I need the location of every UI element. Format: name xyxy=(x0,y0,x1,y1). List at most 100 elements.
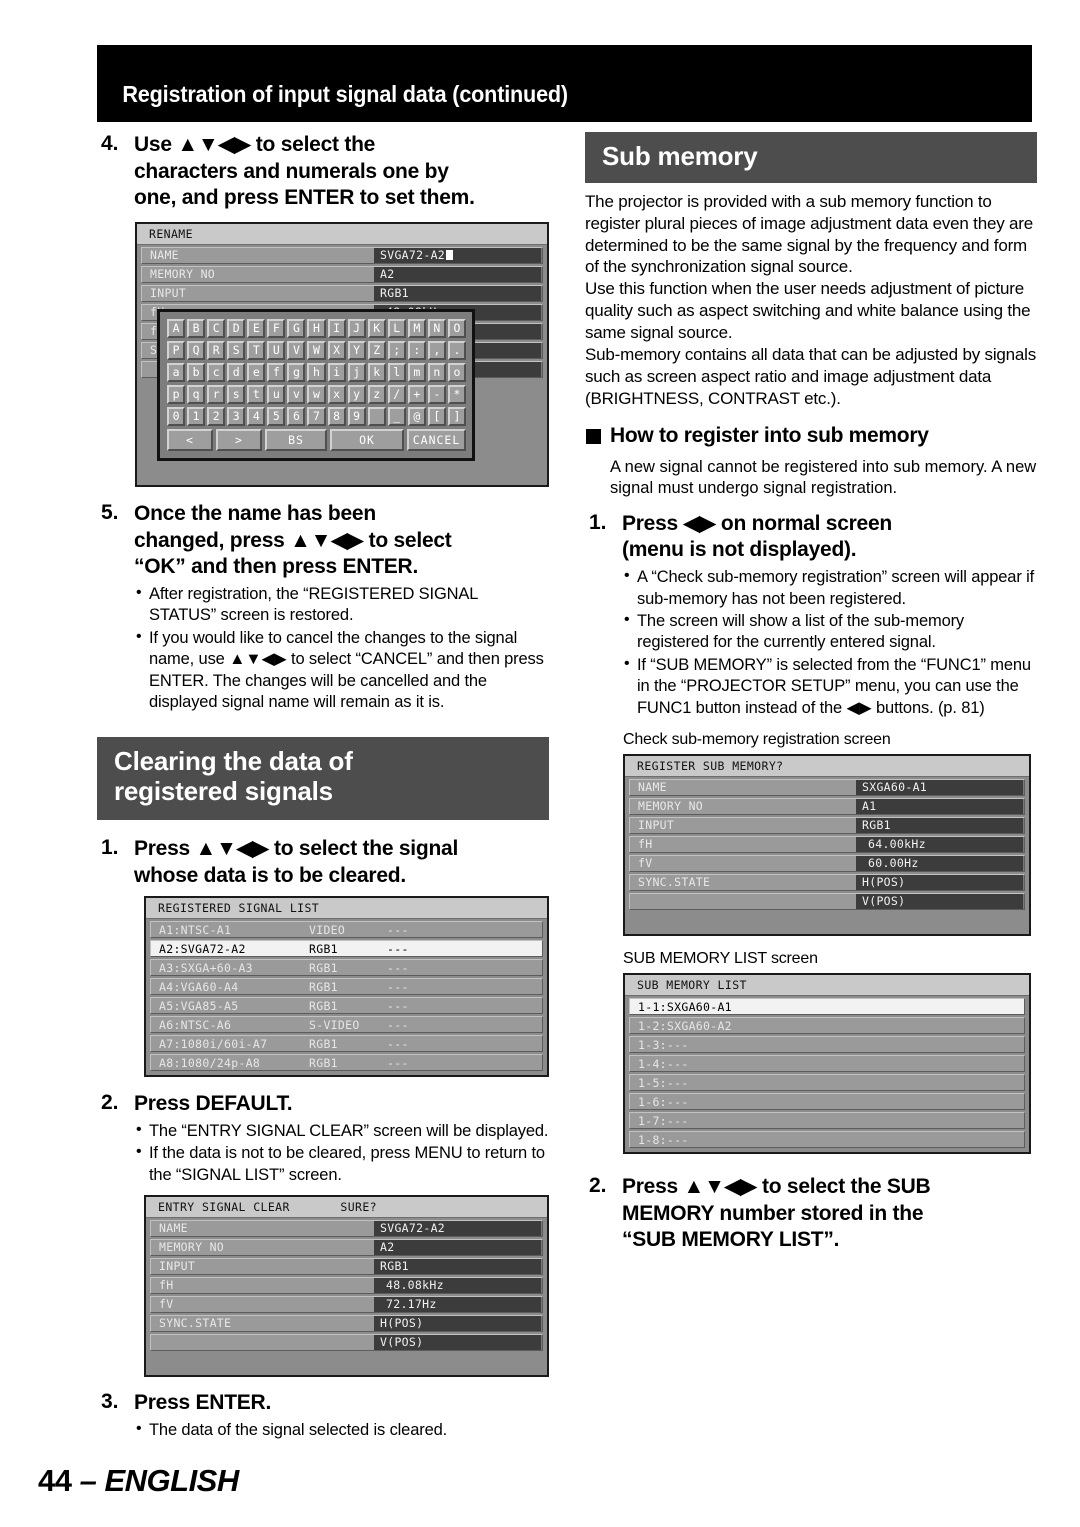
rename-row-input[interactable]: INPUT RGB1 xyxy=(141,284,543,302)
key-y[interactable]: y xyxy=(347,384,366,404)
table-row[interactable]: A7:1080i/60i-A7 RGB1 --- xyxy=(150,1035,543,1053)
key-O[interactable]: O xyxy=(447,318,466,338)
key-g[interactable]: g xyxy=(287,362,306,382)
key-o[interactable]: o xyxy=(447,362,466,382)
key-l[interactable]: l xyxy=(387,362,406,382)
key-w[interactable]: w xyxy=(307,384,326,404)
table-row[interactable]: A1:NTSC-A1 VIDEO --- xyxy=(150,921,543,939)
table-row[interactable]: A8:1080/24p-A8 RGB1 --- xyxy=(150,1054,543,1072)
key-M[interactable]: M xyxy=(407,318,426,338)
key-E[interactable]: E xyxy=(247,318,266,338)
key-a[interactable]: a xyxy=(167,362,186,382)
cancel-button[interactable]: CANCEL xyxy=(407,428,466,451)
list-item[interactable]: 1-3:--- xyxy=(629,1036,1025,1054)
key-Z[interactable]: Z xyxy=(367,340,386,360)
backspace-button[interactable]: BS xyxy=(265,428,327,451)
key-n[interactable]: n xyxy=(427,362,446,382)
ok-button[interactable]: OK xyxy=(330,428,404,451)
key-p[interactable]: p xyxy=(167,384,186,404)
key-underscore[interactable]: _ xyxy=(387,406,406,426)
key-bracket-right[interactable]: ] xyxy=(447,406,466,426)
table-row[interactable]: A4:VGA60-A4 RGB1 --- xyxy=(150,978,543,996)
key-2[interactable]: 2 xyxy=(207,406,226,426)
rename-row-name[interactable]: NAME SVGA72-A2 xyxy=(141,246,543,264)
key-B[interactable]: B xyxy=(187,318,206,338)
key-colon[interactable]: : xyxy=(407,340,426,360)
key-0[interactable]: 0 xyxy=(167,406,186,426)
key-W[interactable]: W xyxy=(307,340,326,360)
list-item[interactable]: 1-5:--- xyxy=(629,1074,1025,1092)
key-bracket-left[interactable]: [ xyxy=(427,406,446,426)
key-5[interactable]: 5 xyxy=(267,406,286,426)
key-s[interactable]: s xyxy=(227,384,246,404)
key-asterisk[interactable]: * xyxy=(447,384,466,404)
key-T[interactable]: T xyxy=(247,340,266,360)
key-G[interactable]: G xyxy=(287,318,306,338)
key-L[interactable]: L xyxy=(387,318,406,338)
table-row[interactable]: A2:SVGA72-A2 RGB1 --- xyxy=(150,940,543,958)
key-A[interactable]: A xyxy=(167,318,186,338)
key-J[interactable]: J xyxy=(347,318,366,338)
list-item[interactable]: 1-8:--- xyxy=(629,1131,1025,1149)
list-item[interactable]: 1-1:SXGA60-A1 xyxy=(629,998,1025,1016)
key-C[interactable]: C xyxy=(207,318,226,338)
key-space[interactable] xyxy=(367,406,386,426)
key-e[interactable]: e xyxy=(247,362,266,382)
table-row[interactable]: A3:SXGA+60-A3 RGB1 --- xyxy=(150,959,543,977)
cursor-right-button[interactable]: > xyxy=(216,428,262,451)
table-row[interactable]: A6:NTSC-A6 S-VIDEO --- xyxy=(150,1016,543,1034)
key-minus[interactable]: - xyxy=(427,384,446,404)
key-u[interactable]: u xyxy=(267,384,286,404)
list-item[interactable]: 1-4:--- xyxy=(629,1055,1025,1073)
key-3[interactable]: 3 xyxy=(227,406,246,426)
key-S[interactable]: S xyxy=(227,340,246,360)
list-item[interactable]: 1-7:--- xyxy=(629,1112,1025,1130)
key-plus[interactable]: + xyxy=(407,384,426,404)
key-h[interactable]: h xyxy=(307,362,326,382)
key-m[interactable]: m xyxy=(407,362,426,382)
key-1[interactable]: 1 xyxy=(187,406,206,426)
key-6[interactable]: 6 xyxy=(287,406,306,426)
key-V[interactable]: V xyxy=(287,340,306,360)
key-8[interactable]: 8 xyxy=(327,406,346,426)
key-r[interactable]: r xyxy=(207,384,226,404)
list-item[interactable]: 1-6:--- xyxy=(629,1093,1025,1111)
key-j[interactable]: j xyxy=(347,362,366,382)
cursor-left-button[interactable]: < xyxy=(167,428,213,451)
key-9[interactable]: 9 xyxy=(347,406,366,426)
key-D[interactable]: D xyxy=(227,318,246,338)
key-i[interactable]: i xyxy=(327,362,346,382)
key-q[interactable]: q xyxy=(187,384,206,404)
key-semicolon[interactable]: ; xyxy=(387,340,406,360)
key-d[interactable]: d xyxy=(227,362,246,382)
key-b[interactable]: b xyxy=(187,362,206,382)
key-t[interactable]: t xyxy=(247,384,266,404)
key-X[interactable]: X xyxy=(327,340,346,360)
key-at[interactable]: @ xyxy=(407,406,426,426)
key-P[interactable]: P xyxy=(167,340,186,360)
how-to-register-text: A new signal cannot be registered into s… xyxy=(610,457,1037,498)
key-c[interactable]: c xyxy=(207,362,226,382)
key-4[interactable]: 4 xyxy=(247,406,266,426)
key-slash[interactable]: / xyxy=(387,384,406,404)
key-f[interactable]: f xyxy=(267,362,286,382)
key-Q[interactable]: Q xyxy=(187,340,206,360)
key-U[interactable]: U xyxy=(267,340,286,360)
key-H[interactable]: H xyxy=(307,318,326,338)
key-I[interactable]: I xyxy=(327,318,346,338)
key-x[interactable]: x xyxy=(327,384,346,404)
key-period[interactable]: . xyxy=(447,340,466,360)
key-7[interactable]: 7 xyxy=(307,406,326,426)
key-N[interactable]: N xyxy=(427,318,446,338)
table-row[interactable]: A5:VGA85-A5 RGB1 --- xyxy=(150,997,543,1015)
key-K[interactable]: K xyxy=(367,318,386,338)
list-item[interactable]: 1-2:SXGA60-A2 xyxy=(629,1017,1025,1035)
key-comma[interactable]: , xyxy=(427,340,446,360)
key-Y[interactable]: Y xyxy=(347,340,366,360)
key-F[interactable]: F xyxy=(267,318,286,338)
key-z[interactable]: z xyxy=(367,384,386,404)
key-k[interactable]: k xyxy=(367,362,386,382)
rename-row-memory-no[interactable]: MEMORY NO A2 xyxy=(141,265,543,283)
key-v[interactable]: v xyxy=(287,384,306,404)
key-R[interactable]: R xyxy=(207,340,226,360)
